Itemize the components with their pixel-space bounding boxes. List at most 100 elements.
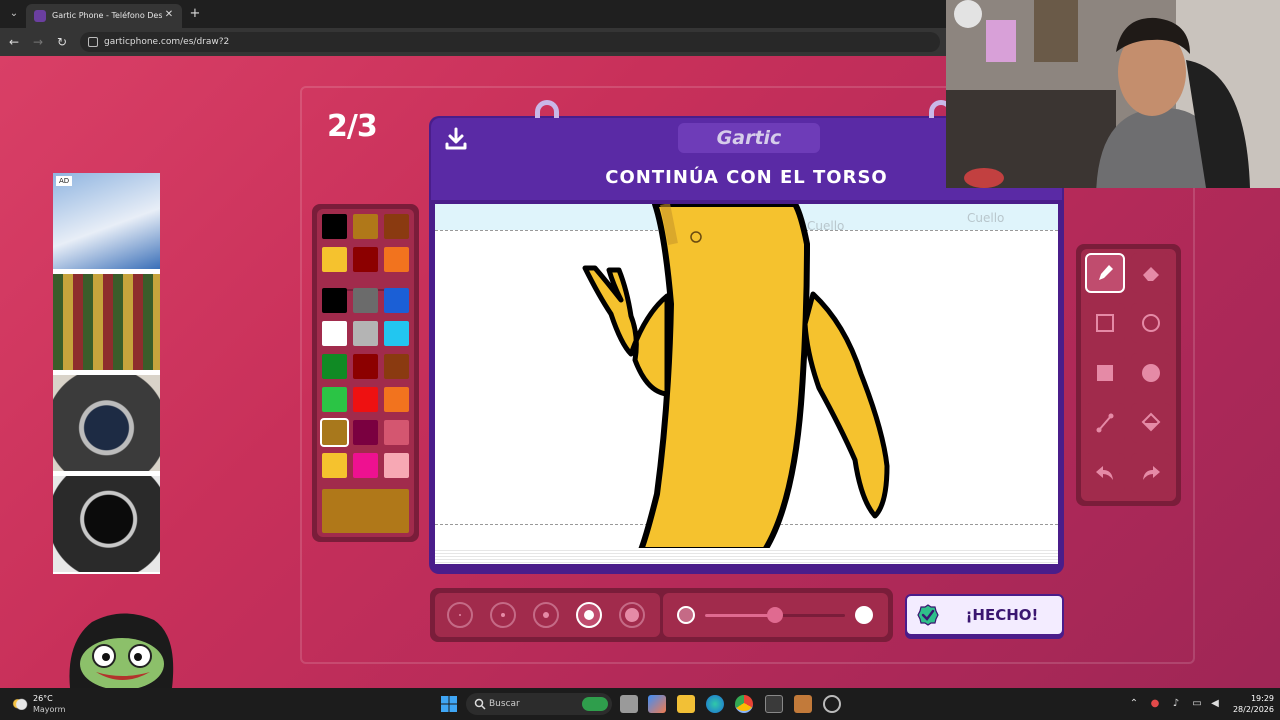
ad-watch-black-image[interactable] bbox=[53, 476, 160, 572]
color-swatch[interactable] bbox=[353, 387, 378, 412]
green-widget-icon[interactable] bbox=[582, 697, 608, 711]
browser-tab[interactable]: Gartic Phone - Teléfono Descon ✕ bbox=[26, 4, 182, 28]
eraser-icon bbox=[1143, 267, 1159, 281]
clock-time[interactable]: 19:29 bbox=[1240, 693, 1274, 704]
color-swatch[interactable] bbox=[353, 247, 378, 272]
ad-badge: AD bbox=[56, 176, 73, 186]
ad-cards-image[interactable] bbox=[53, 274, 160, 370]
volume-icon[interactable]: ◀ bbox=[1208, 697, 1222, 711]
network-icon[interactable]: ▭ bbox=[1190, 697, 1204, 711]
reload-icon[interactable]: ↻ bbox=[54, 34, 70, 50]
brush-controls bbox=[430, 588, 893, 642]
back-icon[interactable]: ← bbox=[6, 34, 22, 50]
color-swatch[interactable] bbox=[322, 214, 347, 239]
tab-search-icon[interactable]: ⌄ bbox=[6, 6, 22, 22]
brush-size-dot-icon bbox=[584, 610, 594, 620]
color-swatch[interactable] bbox=[384, 247, 409, 272]
color-swatch[interactable] bbox=[353, 420, 378, 445]
store-icon[interactable] bbox=[765, 695, 783, 713]
undo-tool[interactable] bbox=[1085, 453, 1125, 493]
check-icon bbox=[917, 604, 939, 626]
color-swatch[interactable] bbox=[384, 420, 409, 445]
gartic-favicon-icon bbox=[34, 10, 46, 22]
weather-description[interactable]: Mayorm bbox=[33, 704, 65, 715]
color-swatch[interactable] bbox=[353, 288, 378, 313]
edge-icon[interactable] bbox=[706, 695, 724, 713]
circle-fill-tool[interactable] bbox=[1131, 353, 1171, 393]
weather-icon[interactable] bbox=[12, 696, 28, 710]
color-swatch[interactable] bbox=[322, 354, 347, 379]
fill-bucket-icon bbox=[1141, 412, 1161, 432]
brush-size-button[interactable] bbox=[619, 602, 645, 628]
clock-date[interactable]: 28/2/2026 bbox=[1224, 704, 1274, 715]
rectangle-outline-tool[interactable] bbox=[1085, 303, 1125, 343]
tray-app-icon[interactable]: ● bbox=[1148, 697, 1162, 711]
color-swatch[interactable] bbox=[384, 321, 409, 346]
mascot-sticker bbox=[69, 613, 174, 688]
close-tab-icon[interactable]: ✕ bbox=[162, 8, 176, 22]
tab-title: Gartic Phone - Teléfono Descon bbox=[52, 11, 162, 20]
circle-outline-icon bbox=[1142, 314, 1160, 332]
circle-outline-tool[interactable] bbox=[1131, 303, 1171, 343]
color-swatch[interactable] bbox=[322, 387, 347, 412]
redo-icon bbox=[1143, 466, 1160, 480]
tool-grid bbox=[1081, 249, 1176, 501]
show-hidden-icons-icon[interactable]: ⌃ bbox=[1127, 697, 1141, 711]
forward-icon[interactable]: → bbox=[30, 34, 46, 50]
gartic-logo: Gartic bbox=[716, 127, 782, 149]
color-swatch[interactable] bbox=[353, 321, 378, 346]
task-view-icon[interactable] bbox=[620, 695, 638, 713]
color-swatch[interactable] bbox=[322, 321, 347, 346]
game-app-icon[interactable] bbox=[794, 695, 812, 713]
windows-start-icon[interactable] bbox=[440, 695, 458, 713]
done-button[interactable]: ¡HECHO! bbox=[905, 594, 1064, 636]
color-swatch[interactable] bbox=[353, 453, 378, 478]
copilot-icon[interactable] bbox=[648, 695, 666, 713]
brush-size-button[interactable] bbox=[447, 602, 473, 628]
fill-bucket-tool[interactable] bbox=[1131, 403, 1171, 443]
microphone-icon[interactable]: ♪ bbox=[1169, 697, 1183, 711]
current-color-swatch[interactable] bbox=[322, 489, 409, 533]
color-swatch[interactable] bbox=[322, 453, 347, 478]
brush-size-button[interactable] bbox=[533, 602, 559, 628]
color-swatch[interactable] bbox=[384, 387, 409, 412]
rectangle-fill-tool[interactable] bbox=[1085, 353, 1125, 393]
canvas-note: Cuello bbox=[967, 211, 1004, 225]
address-bar[interactable]: garticphone.com/es/draw?2 bbox=[80, 32, 940, 52]
color-swatch[interactable] bbox=[384, 453, 409, 478]
rectangle-fill-icon bbox=[1097, 365, 1113, 381]
color-swatch[interactable] bbox=[320, 418, 349, 447]
settings-icon[interactable] bbox=[823, 695, 841, 713]
new-tab-icon[interactable]: + bbox=[187, 6, 203, 22]
color-swatch[interactable] bbox=[384, 214, 409, 239]
ad-projector-image[interactable]: AD bbox=[53, 173, 160, 269]
color-swatch[interactable] bbox=[384, 354, 409, 379]
color-swatch[interactable] bbox=[322, 247, 347, 272]
opacity-control bbox=[663, 593, 888, 637]
brush-size-selector bbox=[435, 593, 660, 637]
color-swatch[interactable] bbox=[322, 288, 347, 313]
brush-size-button[interactable] bbox=[490, 602, 516, 628]
rectangle-outline-icon bbox=[1096, 314, 1114, 332]
brush-size-button[interactable] bbox=[576, 602, 602, 628]
file-explorer-icon[interactable] bbox=[677, 695, 695, 713]
opacity-low-icon bbox=[677, 606, 695, 624]
logo-plate: Gartic bbox=[678, 123, 820, 153]
site-info-icon[interactable] bbox=[88, 37, 98, 47]
eraser-tool[interactable] bbox=[1131, 253, 1171, 293]
line-tool[interactable] bbox=[1085, 403, 1125, 443]
color-swatch[interactable] bbox=[384, 288, 409, 313]
color-swatch[interactable] bbox=[353, 354, 378, 379]
pen-tool[interactable] bbox=[1085, 253, 1125, 293]
ad-watch-image[interactable] bbox=[53, 375, 160, 471]
download-icon[interactable] bbox=[443, 126, 469, 152]
windows-taskbar: 26°C Mayorm Buscar ⌃ ● ♪ ▭ ◀ 19:29 28/2/… bbox=[0, 688, 1280, 720]
weather-temperature[interactable]: 26°C bbox=[33, 693, 53, 704]
drawing-canvas[interactable]: Cuello Cuello bbox=[435, 204, 1058, 564]
opacity-slider-thumb[interactable] bbox=[767, 607, 783, 623]
color-swatch[interactable] bbox=[353, 214, 378, 239]
chrome-icon[interactable] bbox=[735, 695, 753, 713]
search-icon bbox=[474, 698, 486, 710]
canvas-note: Cuello bbox=[807, 219, 844, 233]
redo-tool[interactable] bbox=[1131, 453, 1171, 493]
